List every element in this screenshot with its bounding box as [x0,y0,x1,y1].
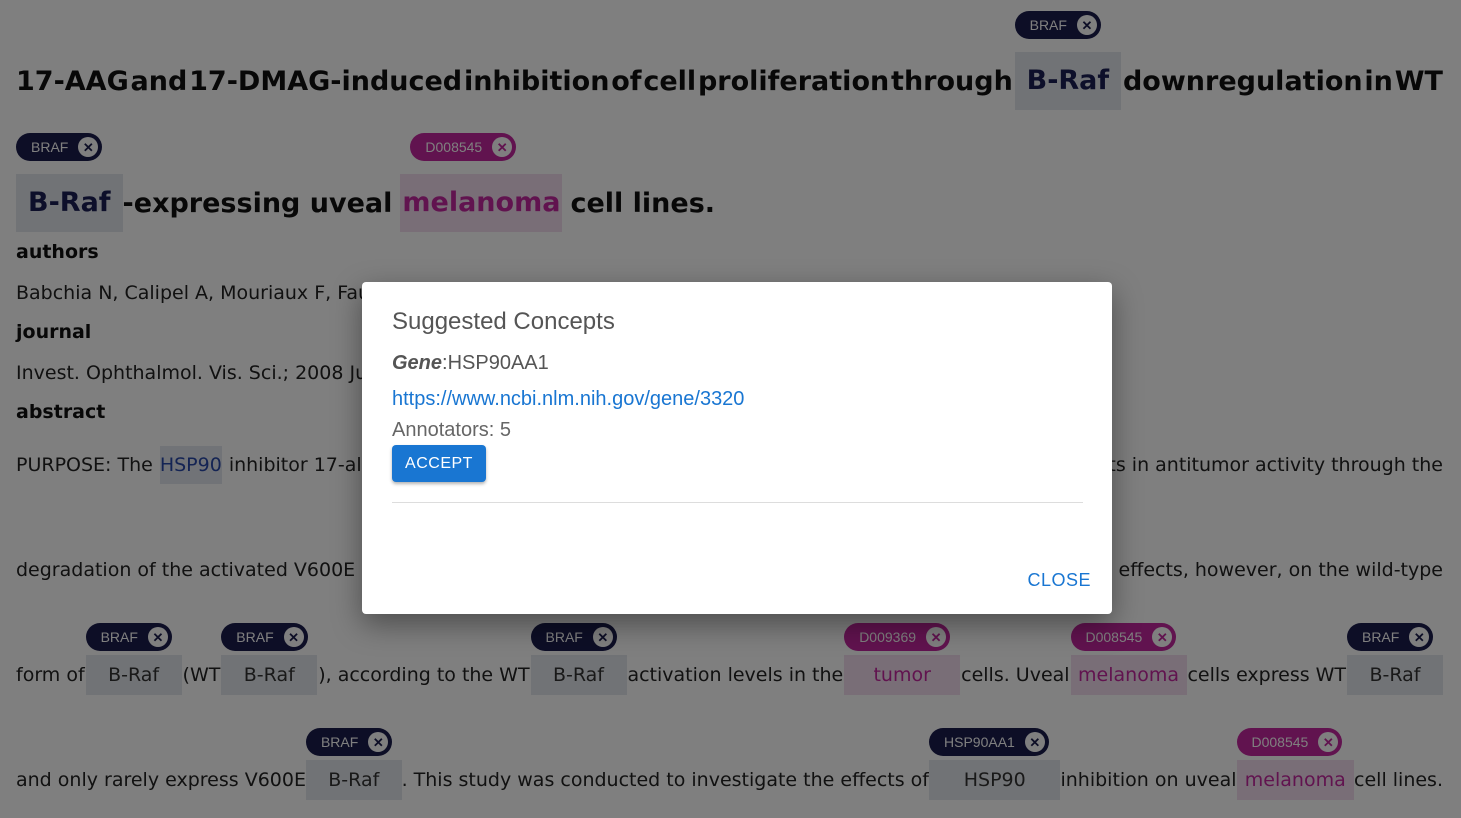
close-button[interactable]: CLOSE [1027,570,1091,591]
accept-button[interactable]: ACCEPT [392,445,486,482]
annotators-count: Annotators: 5 [392,419,511,441]
gene-link[interactable]: https://www.ncbi.nlm.nih.gov/gene/3320 [392,388,744,411]
divider [392,502,1083,503]
suggested-concepts-dialog: Suggested Concepts Gene:HSP90AA1 https:/… [362,282,1112,614]
gene-label: Gene [392,352,443,374]
gene-row: Gene:HSP90AA1 [392,352,549,375]
gene-value: HSP90AA1 [447,352,549,374]
dialog-title: Suggested Concepts [392,308,615,335]
